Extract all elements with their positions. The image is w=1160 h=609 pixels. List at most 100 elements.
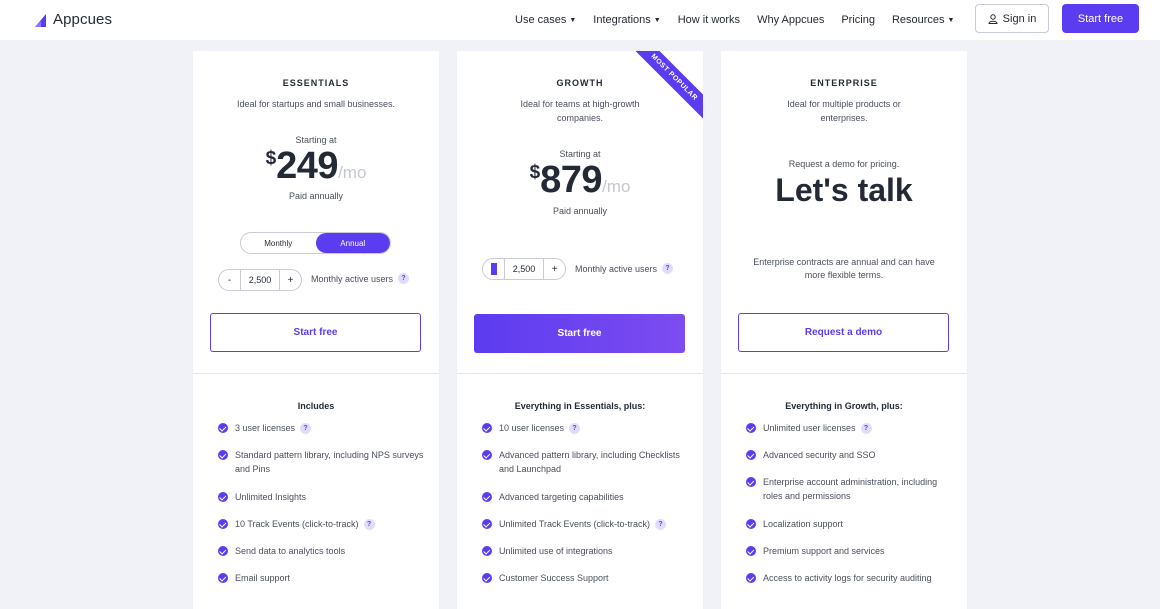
- feature-item: Unlimited Track Events (click-to-track)?: [482, 517, 692, 531]
- nav-why-appcues[interactable]: Why Appcues: [757, 14, 824, 26]
- user-icon: [988, 13, 998, 24]
- mau-stepper[interactable]: 2,500 +: [482, 258, 566, 280]
- plan-price: $249/mo: [193, 145, 439, 188]
- increment-button[interactable]: +: [544, 259, 565, 279]
- help-icon[interactable]: ?: [363, 519, 375, 530]
- mau-value[interactable]: 2,500: [504, 259, 544, 279]
- appcues-logo[interactable]: Appcues: [34, 11, 112, 28]
- check-icon: [746, 423, 756, 433]
- nav-start-free-button[interactable]: Start free: [1062, 4, 1139, 33]
- help-icon[interactable]: ?: [398, 273, 410, 284]
- lets-talk-headline: Let's talk: [775, 172, 913, 208]
- plan-card-essentials: ESSENTIALS Ideal for startups and small …: [193, 51, 439, 609]
- toggle-monthly[interactable]: Monthly: [241, 233, 316, 253]
- plan-description: Ideal for teams at high-growth companies…: [520, 99, 640, 123]
- plan-description: Ideal for startups and small businesses.: [236, 99, 396, 109]
- feature-item: Standard pattern library, including NPS …: [218, 448, 428, 476]
- help-icon[interactable]: ?: [300, 423, 312, 434]
- feature-item: 10 user licenses?: [482, 421, 692, 435]
- feature-text: Unlimited Insights: [235, 492, 307, 502]
- decrement-button[interactable]: -: [219, 270, 240, 290]
- start-free-button[interactable]: Start free: [210, 313, 421, 352]
- nav-use-cases-label: Use cases: [515, 14, 567, 26]
- feature-text: Unlimited Track Events (click-to-track): [499, 519, 651, 529]
- chevron-down-icon: ▼: [569, 16, 577, 24]
- mau-value[interactable]: 2,500: [240, 270, 280, 290]
- check-icon: [218, 546, 228, 556]
- mau-label-text: Monthly active users: [311, 273, 394, 284]
- feature-text: Customer Success Support: [499, 573, 609, 583]
- help-icon[interactable]: ?: [662, 263, 674, 274]
- price-period: /mo: [338, 163, 367, 182]
- check-icon: [482, 423, 492, 433]
- features-heading: Includes: [297, 401, 335, 411]
- request-demo-note: Request a demo for pricing.: [788, 159, 900, 169]
- check-icon: [218, 492, 228, 502]
- nav-why-appcues-label: Why Appcues: [757, 14, 825, 26]
- feature-text: Standard pattern library, including NPS …: [235, 450, 424, 474]
- sign-in-label: Sign in: [1002, 12, 1037, 25]
- nav-resources[interactable]: Resources ▼: [892, 14, 955, 26]
- price-amount: 879: [540, 159, 603, 201]
- feature-text: Premium support and services: [763, 546, 885, 556]
- feature-text: Advanced security and SSO: [763, 450, 876, 460]
- nav-how-it-works-label: How it works: [677, 14, 741, 26]
- sign-in-button[interactable]: Sign in: [975, 4, 1049, 33]
- mau-stepper[interactable]: - 2,500 +: [218, 269, 302, 291]
- plan-name: ESSENTIALS: [282, 78, 350, 88]
- divider: [721, 373, 967, 374]
- top-nav: Appcues Use cases ▼ Integrations ▼ How it …: [0, 0, 1160, 40]
- divider: [457, 373, 703, 374]
- starting-at-label: Starting at: [295, 135, 337, 145]
- feature-item: 3 user licenses?: [218, 421, 428, 435]
- feature-text: 10 Track Events (click-to-track): [235, 519, 359, 529]
- mau-label: Monthly active users?: [575, 263, 674, 274]
- divider: [193, 373, 439, 374]
- check-icon: [746, 450, 756, 460]
- feature-item: Advanced targeting capabilities: [482, 490, 692, 504]
- request-demo-button[interactable]: Request a demo: [738, 313, 949, 352]
- toggle-annual[interactable]: Annual: [315, 233, 390, 253]
- feature-text: Localization support: [763, 519, 844, 529]
- starting-at-label: Starting at: [559, 149, 601, 159]
- features-heading: Everything in Essentials, plus:: [514, 401, 646, 411]
- feature-text: Access to activity logs for security aud…: [763, 573, 932, 583]
- feature-item: Unlimited user licenses?: [746, 421, 956, 435]
- check-icon: [482, 450, 492, 460]
- plan-name: ENTERPRISE: [810, 78, 878, 88]
- help-icon[interactable]: ?: [569, 423, 581, 434]
- plan-card-enterprise: ENTERPRISE Ideal for multiple products o…: [721, 51, 967, 609]
- appcues-logo-icon: [35, 13, 46, 27]
- contract-note: Enterprise contracts are annual and can …: [753, 257, 935, 280]
- nav-how-it-works[interactable]: How it works: [678, 14, 740, 26]
- feature-item: Advanced security and SSO: [746, 448, 956, 462]
- feature-item: Enterprise account administration, inclu…: [746, 475, 956, 503]
- check-icon: [482, 546, 492, 556]
- billing-toggle[interactable]: Monthly Annual: [240, 232, 391, 254]
- check-icon: [218, 519, 228, 529]
- check-icon: [746, 519, 756, 529]
- chevron-down-icon: ▼: [653, 16, 661, 24]
- feature-item: Premium support and services: [746, 544, 956, 558]
- check-icon: [482, 573, 492, 583]
- nav-integrations-label: Integrations: [593, 14, 651, 26]
- price-currency: $: [265, 148, 277, 169]
- nav-use-cases[interactable]: Use cases ▼: [515, 14, 576, 26]
- price-amount: 249: [276, 145, 339, 187]
- plan-name: GROWTH: [556, 78, 604, 88]
- feature-item: Access to activity logs for security aud…: [746, 571, 956, 585]
- nav-integrations[interactable]: Integrations ▼: [593, 14, 660, 26]
- decrement-button[interactable]: [483, 259, 504, 279]
- feature-item: Email support: [218, 571, 428, 585]
- feature-text: Unlimited user licenses: [763, 423, 856, 433]
- nav-pricing[interactable]: Pricing: [841, 14, 875, 26]
- help-icon[interactable]: ?: [655, 519, 667, 530]
- help-icon[interactable]: ?: [860, 423, 872, 434]
- check-icon: [746, 477, 756, 487]
- feature-text: Email support: [235, 573, 291, 583]
- increment-button[interactable]: +: [280, 270, 301, 290]
- feature-text: 10 user licenses: [499, 423, 565, 433]
- start-free-button[interactable]: Start free: [474, 314, 685, 353]
- check-icon: [218, 450, 228, 460]
- nav-links: Use cases ▼ Integrations ▼ How it works Wh…: [515, 0, 971, 40]
